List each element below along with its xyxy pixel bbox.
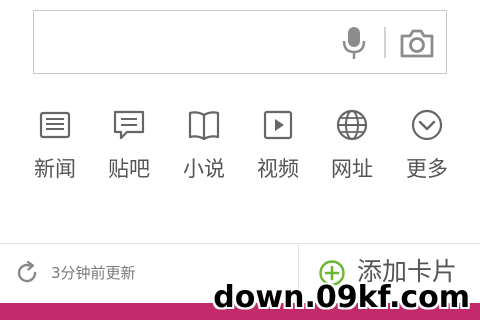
forum-icon — [113, 110, 145, 140]
search-box[interactable] — [33, 10, 447, 74]
nav-label: 新闻 — [34, 157, 76, 181]
nav-item-forum[interactable]: 贴吧 — [99, 104, 159, 194]
book-icon — [188, 111, 220, 141]
update-time-text: 3分钟前更新 — [51, 264, 136, 282]
chevron-down-icon — [411, 109, 443, 141]
refresh-icon[interactable] — [14, 260, 40, 286]
section-divider — [0, 243, 480, 244]
nav-label: 更多 — [406, 157, 448, 181]
globe-icon — [336, 109, 368, 141]
nav-item-video[interactable]: 视频 — [248, 104, 308, 194]
nav-item-more[interactable]: 更多 — [397, 104, 457, 194]
nav-label: 视频 — [257, 157, 299, 181]
watermark-text: down.09kf.com — [213, 280, 470, 315]
camera-icon[interactable] — [399, 27, 435, 59]
nav-item-news[interactable]: 新闻 — [25, 104, 85, 194]
nav-label: 贴吧 — [108, 157, 150, 181]
microphone-icon[interactable] — [339, 25, 369, 61]
nav-item-sites[interactable]: 网址 — [322, 104, 382, 194]
nav-label: 小说 — [183, 157, 225, 181]
search-divider — [384, 27, 386, 58]
video-icon — [263, 110, 293, 140]
news-icon — [39, 111, 71, 139]
quick-nav: 新闻 贴吧 小说 视频 网址 更多 — [0, 104, 480, 194]
nav-label: 网址 — [331, 157, 373, 181]
nav-item-novel[interactable]: 小说 — [174, 104, 234, 194]
